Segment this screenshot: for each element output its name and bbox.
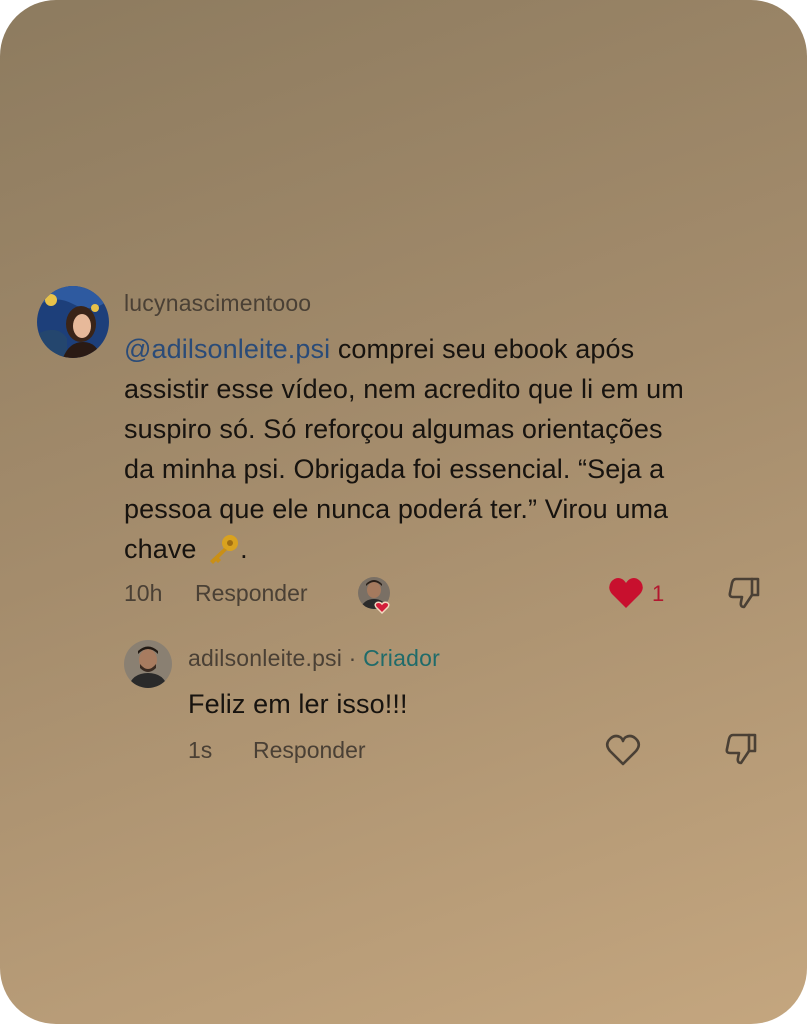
reply-body: Feliz em ler isso!!!: [188, 689, 408, 719]
reply-button[interactable]: Responder: [195, 580, 308, 607]
comment-card: lucynascimentooo @adilsonleite.psi compr…: [0, 0, 807, 1024]
commenter-username[interactable]: lucynascimentooo: [124, 290, 311, 317]
creator-liked-avatar: [358, 577, 390, 615]
mention-link[interactable]: @adilsonleite.psi: [124, 334, 330, 364]
commenter-avatar[interactable]: [37, 286, 109, 358]
reply-time: 1s: [188, 737, 213, 763]
creator-avatar[interactable]: [124, 640, 172, 688]
like-count: 1: [652, 581, 665, 606]
comment-line: suspiro só. Só reforçou algumas orientaç…: [124, 414, 663, 444]
reply-reply-button[interactable]: Responder: [253, 737, 366, 764]
comment-line: chave: [124, 534, 205, 564]
comment-time: 10h: [124, 580, 163, 606]
reply-dislike-thumb-icon[interactable]: [723, 731, 759, 767]
creator-username-line: adilsonleite.psi · Criador: [188, 645, 440, 672]
like-heart-icon[interactable]: [608, 576, 644, 610]
separator: ·: [342, 645, 364, 671]
comment-line: .: [240, 534, 248, 564]
creator-badge: Criador: [363, 645, 440, 671]
key-icon: [204, 534, 240, 564]
comment-body: @adilsonleite.psi comprei seu ebook após…: [124, 329, 784, 569]
reply-like-heart-icon[interactable]: [605, 733, 641, 767]
comment-line: comprei seu ebook após: [330, 334, 635, 364]
dislike-thumb-icon[interactable]: [726, 575, 762, 611]
comment-line: da minha psi. Obrigada foi essencial. “S…: [124, 454, 665, 484]
creator-username[interactable]: adilsonleite.psi: [188, 645, 342, 671]
comment-line: pessoa que ele nunca poderá ter.” Virou …: [124, 494, 669, 524]
comment-line: assistir esse vídeo, nem acredito que li…: [124, 374, 684, 404]
